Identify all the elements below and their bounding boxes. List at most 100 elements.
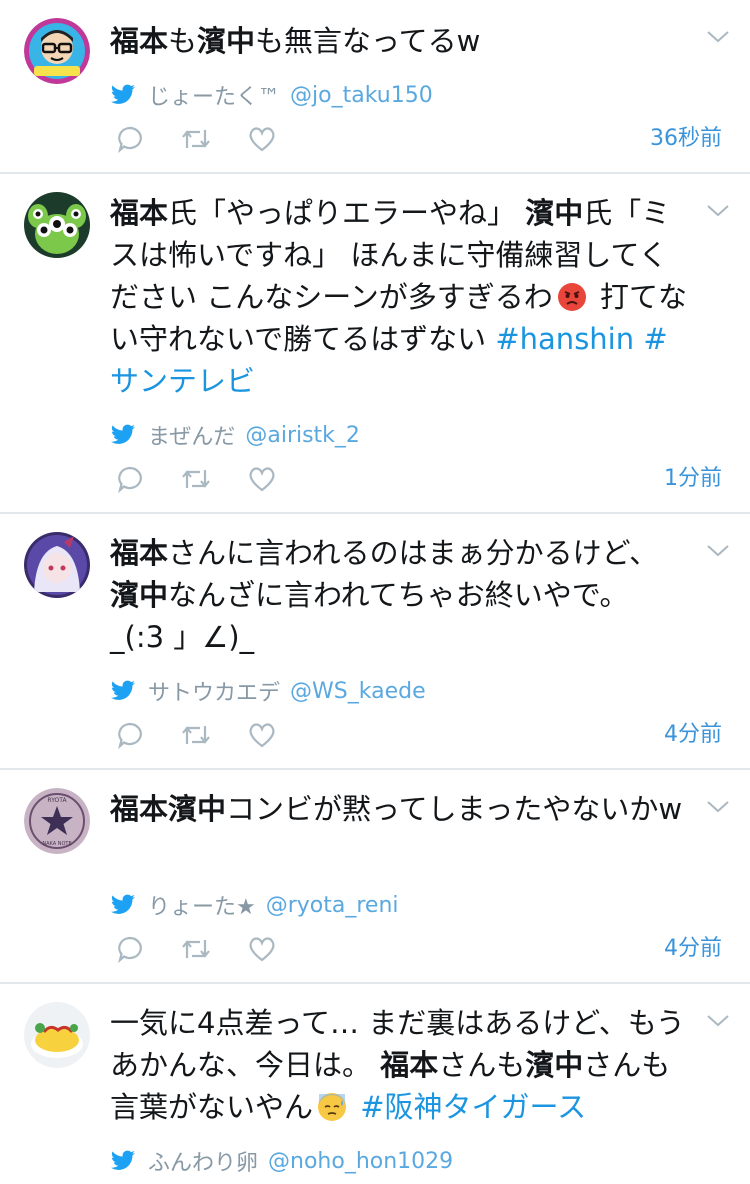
retweet-icon [182,940,210,958]
text-run: コンビが黙ってしまったやないかw [226,792,683,826]
heart-icon [249,723,275,748]
avatar[interactable] [24,532,90,598]
like-button[interactable] [242,122,282,156]
like-button[interactable] [242,718,282,752]
heart-icon [249,467,275,492]
omelette-avatar-icon [24,1002,90,1068]
text-run: も [168,24,198,58]
bold-keyword: 濱中 [525,1048,584,1082]
tweet-item[interactable]: RYOTA NAKA NOTE 福本濱中コンビが黙ってしまったやないかw りょー… [0,770,750,982]
retweet-button[interactable] [176,718,216,752]
author-name: りょーた★ [148,895,256,920]
timestamp: 4分前 [664,936,722,961]
text-run: _(:3 」∠)_ [110,620,255,654]
text-run: 氏「やっぱりエラーやね」 [168,196,526,230]
text-run: も無言なってるw [255,24,481,58]
tweet-actions [110,462,308,496]
twitter-bird-icon [111,680,135,700]
tweet-author[interactable]: まぜんだ @airistk_2 [110,420,360,450]
twitter-bird-icon [111,894,135,914]
tweet-text: 福本さんに言われるのはまぁ分かるけど、濱中なんざに言われてちゃお終いやで。 _(:… [110,532,710,658]
angry-face-emoji-icon [557,281,587,311]
author-name: じょーたく™ [148,85,281,110]
author-name: まぜんだ [148,425,236,450]
chevron-down-icon[interactable] [706,1014,730,1028]
retweet-button[interactable] [176,462,216,496]
author-handle[interactable]: @airistk_2 [245,423,360,448]
reply-icon [118,722,142,750]
tweet-author[interactable]: サトウカエデ @WS_kaede [110,676,426,706]
tweet-item[interactable]: 一気に4点差って… まだ裏はあるけど、もうあかんな、今日は。 福本さんも濱中さん… [0,984,750,1184]
chevron-down-icon[interactable] [706,204,730,218]
avatar[interactable] [24,1002,90,1068]
twitter-bird-icon [111,424,135,444]
tweet-author[interactable]: じょーたく™ @jo_taku150 [110,80,433,110]
reply-button[interactable] [110,718,150,752]
tweet-author[interactable]: ふんわり卵 @noho_hon1029 [110,1146,453,1176]
tweet-text: 福本も濱中も無言なってるw [110,20,710,62]
tweet-text: 福本氏「やっぱりエラーやね」 濱中氏「ミスは怖いですね」 ほんまに守備練習してく… [110,192,690,402]
glasses-man-avatar-icon [24,18,90,84]
alien-avatar-icon [24,192,90,258]
retweet-button[interactable] [176,122,216,156]
reply-button[interactable] [110,932,150,966]
author-handle[interactable]: @ryota_reni [266,893,399,918]
tweet-actions [110,122,308,156]
reply-button[interactable] [110,122,150,156]
retweet-icon [182,726,210,744]
bold-keyword: 福本 [110,536,169,570]
timestamp: 4分前 [664,722,722,747]
tweet-item[interactable]: 福本も濱中も無言なってるw じょーたく™ @jo_taku150 36秒前 [0,0,750,172]
tweet-author[interactable]: りょーた★ @ryota_reni [110,890,399,920]
hashtag-link[interactable]: #hanshin [495,322,634,356]
bold-keyword: 濱中 [197,24,256,58]
heart-icon [249,127,275,152]
text-run: なんざに言われてちゃお終いやで。 [168,578,629,612]
bold-keyword: 福本 [110,24,169,58]
twitter-bird-icon [111,84,135,104]
tweet-item[interactable]: 福本さんに言われるのはまぁ分かるけど、濱中なんざに言われてちゃお終いやで。 _(:… [0,514,750,768]
author-handle[interactable]: @WS_kaede [290,679,426,704]
reply-icon [118,466,142,494]
downcast-sweat-face-emoji-icon [317,1091,347,1121]
like-button[interactable] [242,932,282,966]
like-button[interactable] [242,462,282,496]
tweet-item[interactable]: 福本氏「やっぱりエラーやね」 濱中氏「ミスは怖いですね」 ほんまに守備練習してく… [0,174,750,512]
reply-icon [118,936,142,964]
author-handle[interactable]: @jo_taku150 [290,83,433,108]
bold-keyword: 濱中 [525,196,584,230]
timestamp: 36秒前 [650,126,722,151]
tweet-actions [110,718,308,752]
bold-keyword: 福本 [110,196,169,230]
text-run: さんも [438,1048,526,1082]
bold-keyword: 福本濱中 [110,792,227,826]
twitter-bird-icon [111,1150,135,1170]
tweet-text: 一気に4点差って… まだ裏はあるけど、もうあかんな、今日は。 福本さんも濱中さん… [110,1002,692,1128]
author-name: ふんわり卵 [148,1151,259,1176]
text-run [634,322,643,356]
bold-keyword: 濱中 [110,578,169,612]
avatar-text-bottom: NAKA NOTE [42,841,71,847]
timestamp: 1分前 [664,466,722,491]
tweet-text: 福本濱中コンビが黙ってしまったやないかw [110,788,685,830]
text-run: さんに言われるのはまぁ分かるけど、 [168,536,659,570]
hashtag-link[interactable]: #阪神タイガース [360,1090,586,1124]
retweet-icon [182,130,210,148]
avatar[interactable] [24,18,90,84]
author-handle[interactable]: @noho_hon1029 [268,1149,453,1174]
avatar[interactable]: RYOTA NAKA NOTE [24,788,90,854]
retweet-icon [182,470,210,488]
anime-girl-avatar-icon [24,532,90,598]
text-run [351,1090,360,1124]
avatar-text-top: RYOTA [47,797,67,804]
chevron-down-icon[interactable] [706,800,730,814]
reply-icon [118,126,142,154]
tweet-actions [110,932,308,966]
heart-icon [249,937,275,962]
star-badge-avatar-icon: RYOTA NAKA NOTE [24,788,90,854]
author-name: サトウカエデ [148,681,281,706]
avatar[interactable] [24,192,90,258]
bold-keyword: 福本 [380,1048,439,1082]
retweet-button[interactable] [176,932,216,966]
reply-button[interactable] [110,462,150,496]
